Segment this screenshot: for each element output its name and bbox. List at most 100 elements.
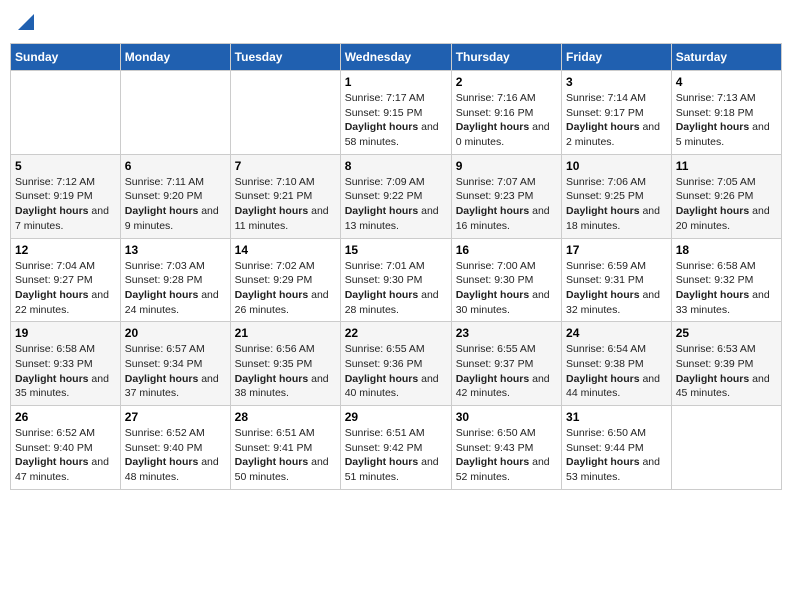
day-number: 9 [456, 159, 557, 173]
weekday-header-tuesday: Tuesday [230, 44, 340, 71]
day-info-text: Sunrise: 6:56 AM [235, 342, 336, 357]
calendar-cell: 9Sunrise: 7:07 AMSunset: 9:23 PMDaylight… [451, 154, 561, 238]
day-info-text: Sunset: 9:32 PM [676, 273, 777, 288]
day-info-text: Sunset: 9:23 PM [456, 189, 557, 204]
calendar-cell: 8Sunrise: 7:09 AMSunset: 9:22 PMDaylight… [340, 154, 451, 238]
day-info-text: Sunset: 9:37 PM [456, 357, 557, 372]
day-info-text: Sunrise: 6:50 AM [456, 426, 557, 441]
weekday-header-sunday: Sunday [11, 44, 121, 71]
day-info-text: Daylight hours and 33 minutes. [676, 288, 777, 317]
day-info-text: Sunrise: 7:07 AM [456, 175, 557, 190]
day-number: 28 [235, 410, 336, 424]
day-info-text: Sunrise: 7:17 AM [345, 91, 447, 106]
day-number: 29 [345, 410, 447, 424]
day-info-text: Sunset: 9:38 PM [566, 357, 667, 372]
day-number: 19 [15, 326, 116, 340]
day-info-text: Daylight hours and 0 minutes. [456, 120, 557, 149]
calendar-cell: 10Sunrise: 7:06 AMSunset: 9:25 PMDayligh… [562, 154, 672, 238]
day-number: 6 [125, 159, 226, 173]
day-info-text: Sunset: 9:17 PM [566, 106, 667, 121]
day-info-text: Sunset: 9:30 PM [456, 273, 557, 288]
day-info-text: Sunset: 9:31 PM [566, 273, 667, 288]
day-info-text: Sunrise: 6:59 AM [566, 259, 667, 274]
calendar-cell: 28Sunrise: 6:51 AMSunset: 9:41 PMDayligh… [230, 406, 340, 490]
day-info-text: Sunrise: 7:11 AM [125, 175, 226, 190]
calendar-cell: 15Sunrise: 7:01 AMSunset: 9:30 PMDayligh… [340, 238, 451, 322]
day-info-text: Sunrise: 6:54 AM [566, 342, 667, 357]
day-info-text: Daylight hours and 2 minutes. [566, 120, 667, 149]
day-number: 23 [456, 326, 557, 340]
calendar-cell: 6Sunrise: 7:11 AMSunset: 9:20 PMDaylight… [120, 154, 230, 238]
day-number: 2 [456, 75, 557, 89]
day-info-text: Daylight hours and 40 minutes. [345, 372, 447, 401]
day-info-text: Sunrise: 6:57 AM [125, 342, 226, 357]
day-number: 20 [125, 326, 226, 340]
day-number: 17 [566, 243, 667, 257]
calendar-cell: 2Sunrise: 7:16 AMSunset: 9:16 PMDaylight… [451, 71, 561, 155]
weekday-header-wednesday: Wednesday [340, 44, 451, 71]
day-info-text: Daylight hours and 7 minutes. [15, 204, 116, 233]
day-info-text: Daylight hours and 20 minutes. [676, 204, 777, 233]
day-info-text: Daylight hours and 44 minutes. [566, 372, 667, 401]
calendar-cell: 20Sunrise: 6:57 AMSunset: 9:34 PMDayligh… [120, 322, 230, 406]
calendar-cell: 17 Sunrise: 6:59 AMSunset: 9:31 PMDayligh… [562, 238, 672, 322]
day-info-text: Daylight hours and 37 minutes. [125, 372, 226, 401]
day-number: 15 [345, 243, 447, 257]
calendar-cell: 11Sunrise: 7:05 AMSunset: 9:26 PMDayligh… [671, 154, 781, 238]
day-number: 27 [125, 410, 226, 424]
day-info-text: Sunset: 9:44 PM [566, 441, 667, 456]
day-info-text: Sunset: 9:18 PM [676, 106, 777, 121]
calendar-cell: 18Sunrise: 6:58 AMSunset: 9:32 PMDayligh… [671, 238, 781, 322]
day-number: 21 [235, 326, 336, 340]
day-number: 13 [125, 243, 226, 257]
day-number: 12 [15, 243, 116, 257]
day-info-text: Sunset: 9:39 PM [676, 357, 777, 372]
calendar-cell: 19Sunrise: 6:58 AMSunset: 9:33 PMDayligh… [11, 322, 121, 406]
day-info-text: Sunset: 9:40 PM [15, 441, 116, 456]
day-info-text: Daylight hours and 24 minutes. [125, 288, 226, 317]
day-info-text: Daylight hours and 28 minutes. [345, 288, 447, 317]
day-info-text: Daylight hours and 11 minutes. [235, 204, 336, 233]
day-info-text: Sunset: 9:36 PM [345, 357, 447, 372]
calendar-body: 1Sunrise: 7:17 AMSunset: 9:15 PMDaylight… [11, 71, 782, 490]
day-number: 24 [566, 326, 667, 340]
calendar-cell: 26Sunrise: 6:52 AMSunset: 9:40 PMDayligh… [11, 406, 121, 490]
calendar-cell [230, 71, 340, 155]
day-info-text: Sunrise: 7:14 AM [566, 91, 667, 106]
weekday-header-row: SundayMondayTuesdayWednesdayThursdayFrid… [11, 44, 782, 71]
day-info-text: Sunset: 9:21 PM [235, 189, 336, 204]
calendar-cell [120, 71, 230, 155]
day-info-text: Daylight hours and 38 minutes. [235, 372, 336, 401]
calendar-table: SundayMondayTuesdayWednesdayThursdayFrid… [10, 43, 782, 490]
day-info-text: Sunrise: 7:06 AM [566, 175, 667, 190]
day-info-text: Sunset: 9:29 PM [235, 273, 336, 288]
calendar-cell: 31Sunrise: 6:50 AMSunset: 9:44 PMDayligh… [562, 406, 672, 490]
day-info-text: Daylight hours and 13 minutes. [345, 204, 447, 233]
day-info-text: Sunset: 9:43 PM [456, 441, 557, 456]
day-info-text: Sunrise: 6:52 AM [125, 426, 226, 441]
week-row-1: 1Sunrise: 7:17 AMSunset: 9:15 PMDaylight… [11, 71, 782, 155]
day-info-text: Sunrise: 6:50 AM [566, 426, 667, 441]
week-row-2: 5Sunrise: 7:12 AMSunset: 9:19 PMDaylight… [11, 154, 782, 238]
calendar-cell: 16Sunrise: 7:00 AMSunset: 9:30 PMDayligh… [451, 238, 561, 322]
calendar-cell: 30Sunrise: 6:50 AMSunset: 9:43 PMDayligh… [451, 406, 561, 490]
calendar-cell: 5Sunrise: 7:12 AMSunset: 9:19 PMDaylight… [11, 154, 121, 238]
weekday-header-monday: Monday [120, 44, 230, 71]
day-info-text: Sunset: 9:41 PM [235, 441, 336, 456]
day-info-text: Daylight hours and 58 minutes. [345, 120, 447, 149]
day-number: 1 [345, 75, 447, 89]
day-info-text: Sunrise: 7:05 AM [676, 175, 777, 190]
day-info-text: Sunrise: 7:04 AM [15, 259, 116, 274]
day-info-text: Sunset: 9:30 PM [345, 273, 447, 288]
day-info-text: Daylight hours and 5 minutes. [676, 120, 777, 149]
day-info-text: Daylight hours and 50 minutes. [235, 455, 336, 484]
logo [16, 14, 34, 31]
day-number: 5 [15, 159, 116, 173]
day-number: 7 [235, 159, 336, 173]
day-info-text: Sunrise: 7:12 AM [15, 175, 116, 190]
day-info-text: Daylight hours and 32 minutes. [566, 288, 667, 317]
day-info-text: Daylight hours and 26 minutes. [235, 288, 336, 317]
day-info-text: Sunset: 9:42 PM [345, 441, 447, 456]
day-number: 25 [676, 326, 777, 340]
calendar-cell: 13Sunrise: 7:03 AMSunset: 9:28 PMDayligh… [120, 238, 230, 322]
